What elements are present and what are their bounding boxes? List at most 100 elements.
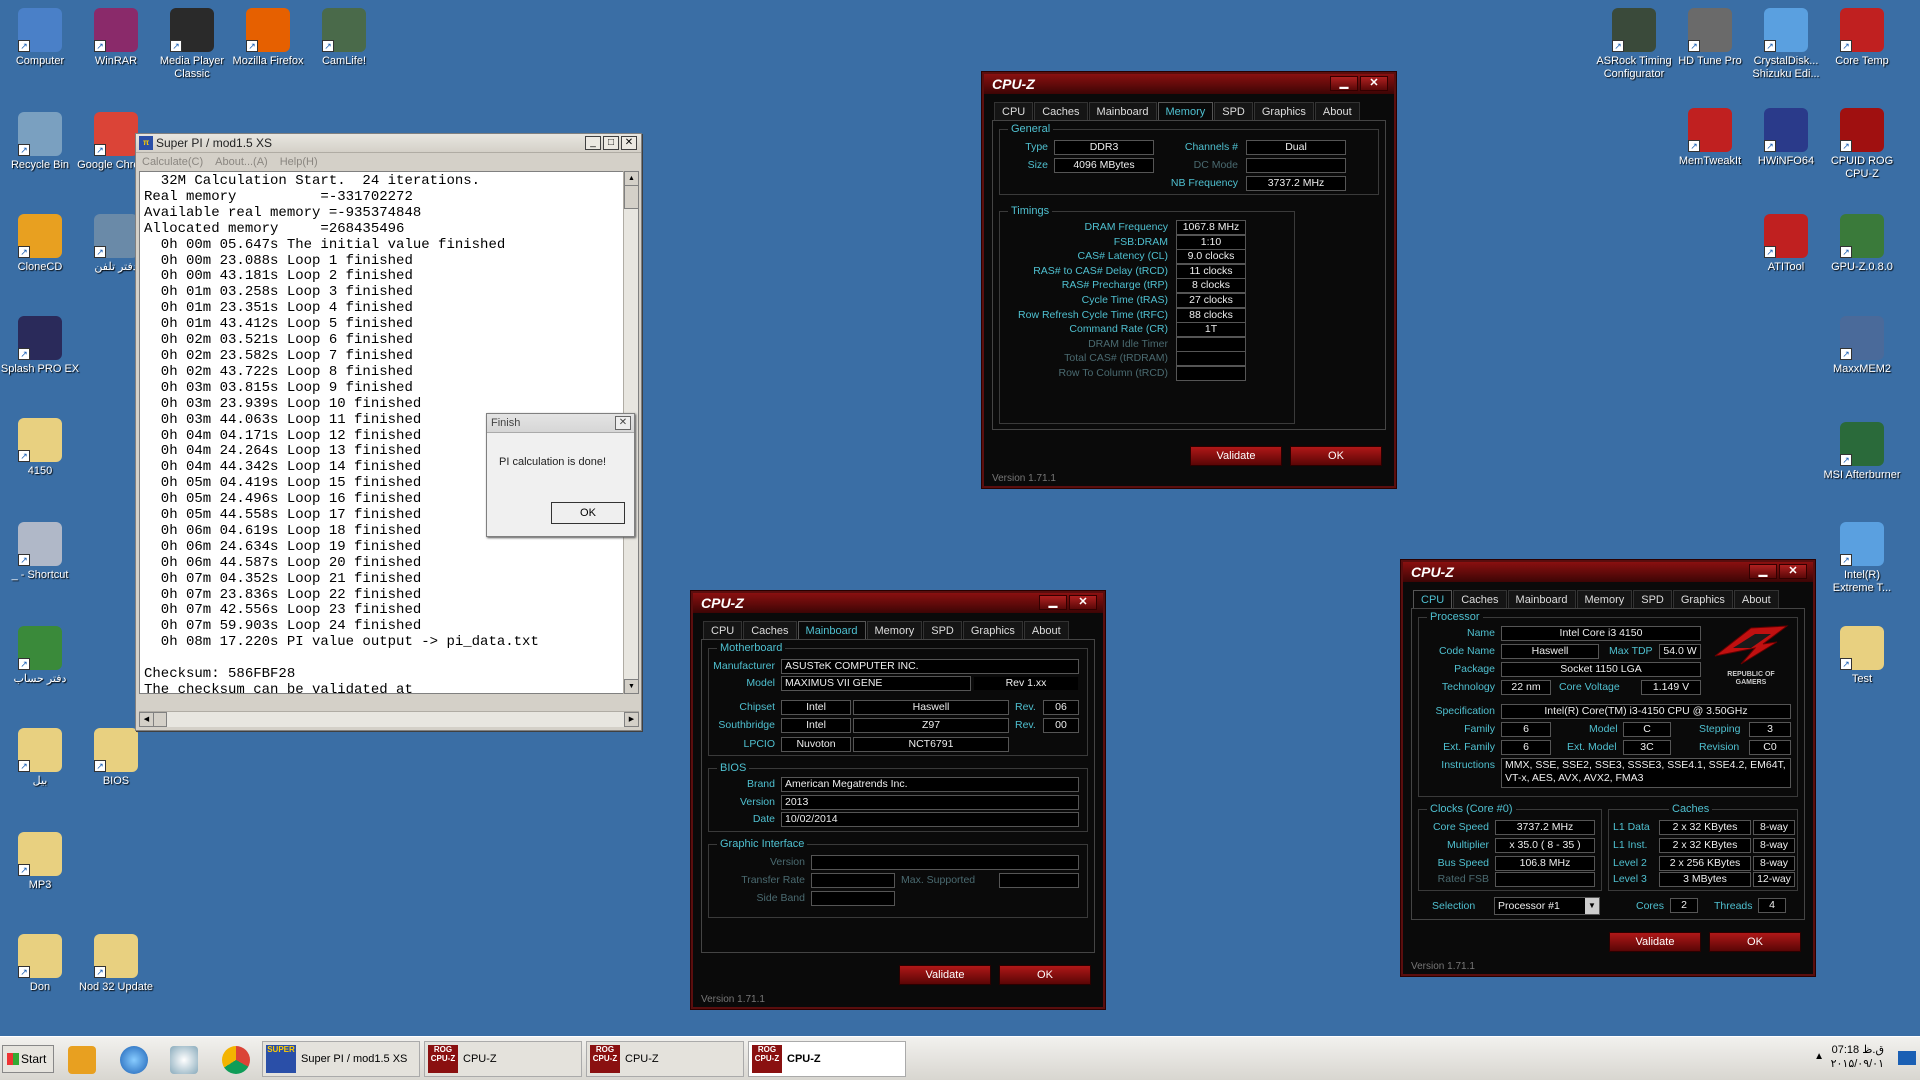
validate-button[interactable]: Validate <box>1609 932 1701 952</box>
ok-button[interactable]: OK <box>1290 446 1382 466</box>
cpuz-titlebar[interactable]: CPU-Z ▁ ✕ <box>693 593 1103 613</box>
menu-help[interactable]: Help(H) <box>280 153 318 171</box>
tab-about[interactable]: About <box>1023 621 1069 639</box>
close-button[interactable]: ✕ <box>621 136 637 150</box>
graphic-interface-group: Graphic Interface Version Transfer Rate … <box>708 837 1088 918</box>
maximize-button[interactable]: □ <box>603 136 619 150</box>
desktop-icon[interactable]: ↗ _ - Shortcut <box>0 522 80 582</box>
tab-cpu[interactable]: CPU <box>1413 590 1453 608</box>
desktop-icon[interactable]: ↗ HD Tune Pro <box>1670 8 1750 68</box>
search-quicklaunch-icon[interactable] <box>170 1046 198 1074</box>
desktop-icon[interactable]: ↗ MaxxMEM2 <box>1822 316 1902 376</box>
scroll-left-arrow-icon[interactable]: ◀ <box>139 712 154 727</box>
output-line: 0h 07m 59.903s Loop 24 finished <box>144 618 422 635</box>
minimize-button[interactable]: ▁ <box>1039 595 1067 610</box>
tab-memory[interactable]: Memory <box>1157 102 1214 120</box>
media-player-quicklaunch-icon[interactable] <box>68 1046 96 1074</box>
tab-spd[interactable]: SPD <box>923 621 962 639</box>
desktop-icon[interactable]: ↗ 4150 <box>0 418 80 478</box>
desktop-icon[interactable]: ↗ CloneCD <box>0 214 80 274</box>
desktop-icon[interactable]: ↗ MemTweakIt <box>1670 108 1750 168</box>
desktop-icon[interactable]: ↗ بيل <box>0 728 80 788</box>
close-button[interactable]: ✕ <box>1360 76 1388 91</box>
tab-about[interactable]: About <box>1314 102 1360 120</box>
tab-graphics[interactable]: Graphics <box>962 621 1023 639</box>
scroll-up-arrow-icon[interactable]: ▲ <box>624 171 639 186</box>
ok-button[interactable]: OK <box>999 965 1091 985</box>
scroll-thumb[interactable] <box>624 185 639 209</box>
desktop-icon[interactable]: ↗ Nod 32 Update <box>76 934 156 994</box>
cpuz-titlebar[interactable]: CPU-Z ▁ ✕ <box>984 74 1394 94</box>
close-button[interactable]: ✕ <box>1779 564 1807 579</box>
tab-caches[interactable]: Caches <box>743 621 797 639</box>
tab-memory[interactable]: Memory <box>866 621 923 639</box>
processor-select[interactable]: Processor #1 ▼ <box>1494 897 1600 915</box>
desktop-icon[interactable]: ↗ Core Temp <box>1822 8 1902 68</box>
close-button[interactable]: ✕ <box>1069 595 1097 610</box>
desktop-icon[interactable]: ↗ دفتر حساب <box>0 626 80 686</box>
start-button[interactable]: Start <box>2 1045 54 1073</box>
desktop-icon[interactable]: ↗ MSI Afterburner <box>1822 422 1902 482</box>
output-line: 0h 07m 23.836s Loop 22 finished <box>144 586 422 603</box>
update-quicklaunch-icon[interactable] <box>120 1046 148 1074</box>
horizontal-scrollbar[interactable]: ◀ ▶ <box>139 711 639 727</box>
tab-memory[interactable]: Memory <box>1576 590 1633 608</box>
tab-graphics[interactable]: Graphics <box>1672 590 1733 608</box>
desktop-icon[interactable]: ↗ BIOS <box>76 728 156 788</box>
chevron-down-icon[interactable]: ▼ <box>1585 898 1599 914</box>
desktop-icon[interactable]: ↗ Don <box>0 934 80 994</box>
desktop-icon[interactable]: ↗ Computer <box>0 8 80 68</box>
tab-spd[interactable]: SPD <box>1633 590 1672 608</box>
ok-button[interactable]: OK <box>551 502 625 524</box>
desktop-icon[interactable]: ↗ CrystalDisk... Shizuku Edi... <box>1746 8 1826 81</box>
show-hidden-icons-chevron-icon[interactable]: ▲ <box>1814 1051 1824 1062</box>
desktop-icon[interactable]: ↗ Media Player Classic <box>152 8 232 81</box>
desktop-icon[interactable]: ↗ Recycle Bin <box>0 112 80 172</box>
taskbar-button[interactable]: ROG CPU-Z CPU-Z <box>586 1041 744 1077</box>
minimize-button[interactable]: ▁ <box>1749 564 1777 579</box>
taskbar-button[interactable]: ROG CPU-Z CPU-Z <box>748 1041 906 1077</box>
desktop-icon[interactable]: ↗ Splash PRO EX <box>0 316 80 376</box>
menu-calculate[interactable]: Calculate(C) <box>142 153 203 171</box>
tab-caches[interactable]: Caches <box>1034 102 1088 120</box>
finish-titlebar[interactable]: Finish ✕ <box>487 414 634 433</box>
chrome-quicklaunch-icon[interactable] <box>222 1046 250 1074</box>
ok-button[interactable]: OK <box>1709 932 1801 952</box>
ext-model-value: 3C <box>1623 740 1671 755</box>
superpi-titlebar[interactable]: π Super PI / mod1.5 XS _ □ ✕ <box>136 134 641 153</box>
menu-about[interactable]: About...(A) <box>215 153 268 171</box>
minimize-button[interactable]: _ <box>585 136 601 150</box>
tab-cpu[interactable]: CPU <box>703 621 743 639</box>
tab-mainboard[interactable]: Mainboard <box>1507 590 1576 608</box>
taskbar-button[interactable]: ROG CPU-Z CPU-Z <box>424 1041 582 1077</box>
taskbar-button[interactable]: SUPER Super PI / mod1.5 XS <box>262 1041 420 1077</box>
desktop-icon[interactable]: ↗ Mozilla Firefox <box>228 8 308 68</box>
validate-button[interactable]: Validate <box>899 965 991 985</box>
hscroll-thumb[interactable] <box>153 712 167 727</box>
desktop-icon[interactable]: ↗ GPU-Z.0.8.0 <box>1822 214 1902 274</box>
desktop-icon[interactable]: ↗ Test <box>1822 626 1902 686</box>
desktop-icon[interactable]: ↗ Intel(R) Extreme T... <box>1822 522 1902 595</box>
desktop-icon[interactable]: ↗ WinRAR <box>76 8 156 68</box>
tab-spd[interactable]: SPD <box>1214 102 1253 120</box>
cpuz-titlebar[interactable]: CPU-Z ▁ ✕ <box>1403 562 1813 582</box>
desktop-icon[interactable]: ↗ HWiNFO64 <box>1746 108 1826 168</box>
tab-mainboard[interactable]: Mainboard <box>797 621 866 639</box>
desktop-icon[interactable]: ↗ CPUID ROG CPU-Z <box>1822 108 1902 181</box>
desktop-icon[interactable]: ↗ ASRock Timing Configurator <box>1594 8 1674 81</box>
desktop-icon[interactable]: ↗ MP3 <box>0 832 80 892</box>
desktop-icon[interactable]: ↗ CamLife! <box>304 8 384 68</box>
tab-mainboard[interactable]: Mainboard <box>1088 102 1157 120</box>
minimize-button[interactable]: ▁ <box>1330 76 1358 91</box>
tab-cpu[interactable]: CPU <box>994 102 1034 120</box>
scroll-right-arrow-icon[interactable]: ▶ <box>624 712 639 727</box>
close-icon[interactable]: ✕ <box>615 416 631 430</box>
tab-graphics[interactable]: Graphics <box>1253 102 1314 120</box>
validate-button[interactable]: Validate <box>1190 446 1282 466</box>
show-desktop-button[interactable] <box>1898 1051 1916 1065</box>
clock[interactable]: 07:18 ق.ظ ۲۰۱۵/۰۹/۰۱ <box>1831 1043 1884 1071</box>
desktop-icon[interactable]: ↗ ATITool <box>1746 214 1826 274</box>
scroll-down-arrow-icon[interactable]: ▼ <box>624 679 639 694</box>
tab-caches[interactable]: Caches <box>1453 590 1507 608</box>
tab-about[interactable]: About <box>1733 590 1779 608</box>
